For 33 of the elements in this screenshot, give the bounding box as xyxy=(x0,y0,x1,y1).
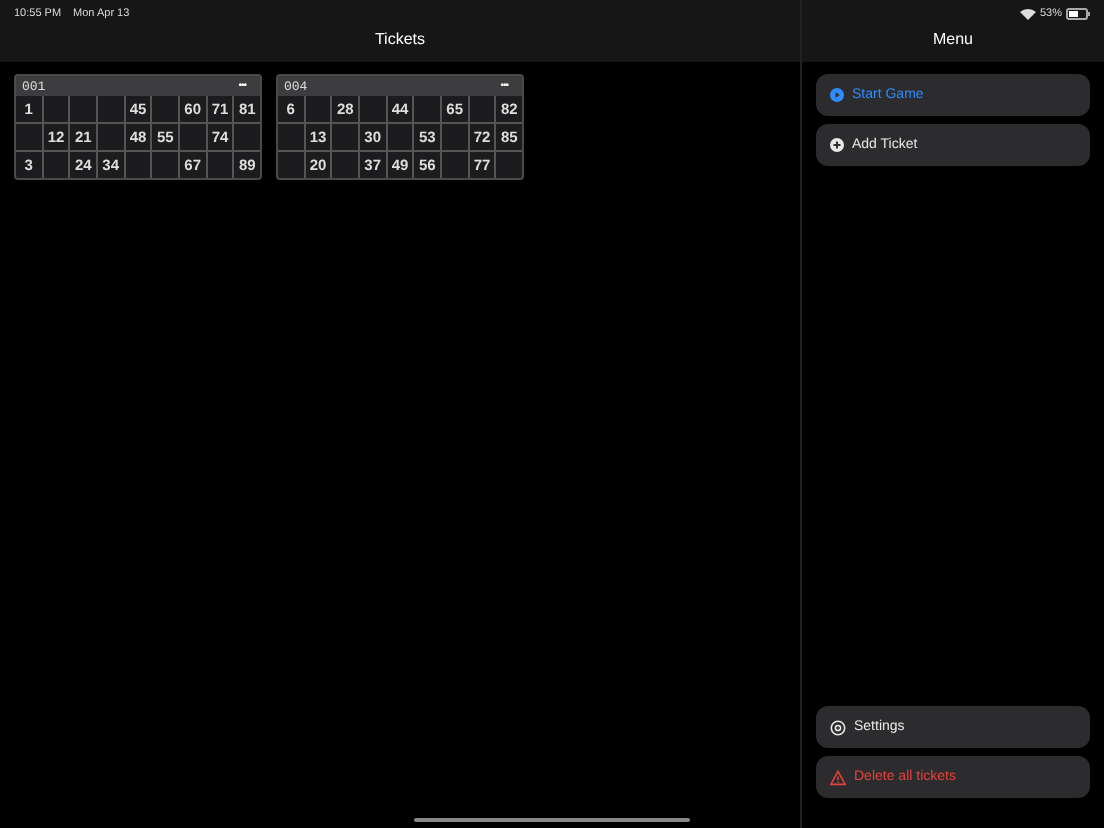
ticket-cell xyxy=(387,124,413,150)
ticket-cell xyxy=(180,124,206,150)
ticket-cell xyxy=(332,124,358,150)
ticket-cell xyxy=(469,96,495,122)
ticket-cell xyxy=(442,124,468,150)
ticket-cell xyxy=(207,152,233,178)
battery-icon xyxy=(1066,8,1090,20)
ticket-cell xyxy=(125,152,151,178)
ticket-cell xyxy=(43,96,69,122)
ticket-cell xyxy=(152,96,178,122)
ticket-cell xyxy=(496,152,522,178)
ticket-cell xyxy=(98,124,124,150)
ticket-cell xyxy=(278,152,304,178)
ticket-cell xyxy=(414,96,440,122)
ticket-cell xyxy=(43,152,69,178)
ticket-cell xyxy=(70,96,96,122)
ticket-cell xyxy=(332,152,358,178)
home-indicator[interactable] xyxy=(414,818,690,822)
plus-icon xyxy=(830,138,844,152)
ticket-cell xyxy=(360,96,386,122)
tickets-title: Tickets xyxy=(372,30,428,48)
play-icon xyxy=(830,88,844,102)
ticket-cell xyxy=(152,152,178,178)
settings-icon xyxy=(830,719,846,735)
wifi-icon xyxy=(1019,8,1036,20)
ticket-cell xyxy=(16,124,42,150)
warning-icon xyxy=(830,769,846,785)
menu-title: Menu xyxy=(930,30,975,48)
ticket-cell xyxy=(98,96,124,122)
ticket-cell xyxy=(234,124,260,150)
ticket-cell xyxy=(442,152,468,178)
ticket-cell xyxy=(278,124,304,150)
ticket-cell xyxy=(305,96,331,122)
